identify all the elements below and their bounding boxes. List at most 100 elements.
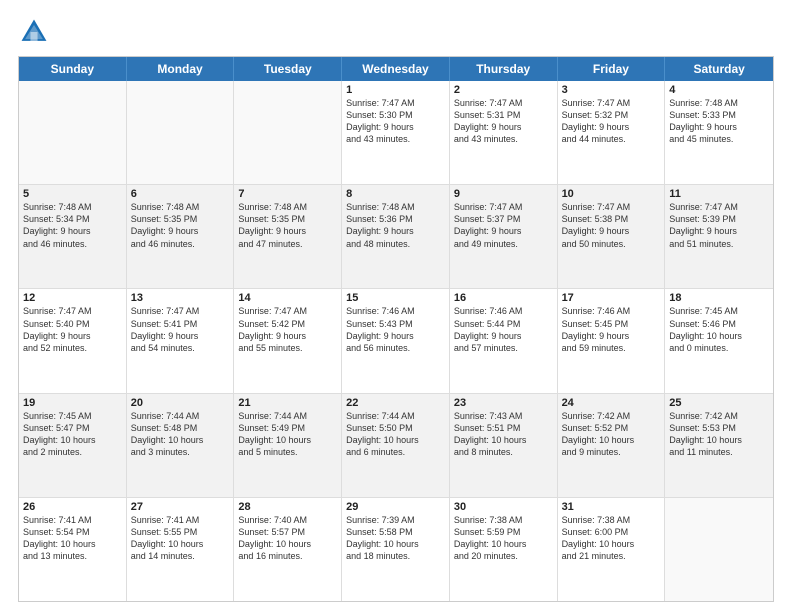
day-number-7: 7	[238, 188, 337, 200]
cell-info-1-4: Sunrise: 7:47 AM Sunset: 5:37 PM Dayligh…	[454, 201, 553, 250]
cell-info-0-3: Sunrise: 7:47 AM Sunset: 5:30 PM Dayligh…	[346, 97, 445, 146]
cell-info-2-6: Sunrise: 7:45 AM Sunset: 5:46 PM Dayligh…	[669, 305, 769, 354]
calendar-cell-4-0: 26Sunrise: 7:41 AM Sunset: 5:54 PM Dayli…	[19, 498, 127, 601]
day-number-24: 24	[562, 397, 661, 409]
day-number-15: 15	[346, 292, 445, 304]
cell-info-1-3: Sunrise: 7:48 AM Sunset: 5:36 PM Dayligh…	[346, 201, 445, 250]
calendar-cell-1-2: 7Sunrise: 7:48 AM Sunset: 5:35 PM Daylig…	[234, 185, 342, 288]
cell-info-4-3: Sunrise: 7:39 AM Sunset: 5:58 PM Dayligh…	[346, 514, 445, 563]
calendar-cell-3-2: 21Sunrise: 7:44 AM Sunset: 5:49 PM Dayli…	[234, 394, 342, 497]
day-number-5: 5	[23, 188, 122, 200]
header-tuesday: Tuesday	[234, 57, 342, 81]
day-number-6: 6	[131, 188, 230, 200]
cell-info-2-2: Sunrise: 7:47 AM Sunset: 5:42 PM Dayligh…	[238, 305, 337, 354]
day-number-2: 2	[454, 84, 553, 96]
day-number-19: 19	[23, 397, 122, 409]
day-number-10: 10	[562, 188, 661, 200]
day-number-31: 31	[562, 501, 661, 513]
cell-info-4-4: Sunrise: 7:38 AM Sunset: 5:59 PM Dayligh…	[454, 514, 553, 563]
cell-info-3-5: Sunrise: 7:42 AM Sunset: 5:52 PM Dayligh…	[562, 410, 661, 459]
header	[18, 16, 774, 48]
calendar-cell-4-5: 31Sunrise: 7:38 AM Sunset: 6:00 PM Dayli…	[558, 498, 666, 601]
logo	[18, 16, 54, 48]
calendar-cell-3-6: 25Sunrise: 7:42 AM Sunset: 5:53 PM Dayli…	[665, 394, 773, 497]
calendar: Sunday Monday Tuesday Wednesday Thursday…	[18, 56, 774, 602]
day-number-14: 14	[238, 292, 337, 304]
cell-info-2-1: Sunrise: 7:47 AM Sunset: 5:41 PM Dayligh…	[131, 305, 230, 354]
calendar-cell-2-1: 13Sunrise: 7:47 AM Sunset: 5:41 PM Dayli…	[127, 289, 235, 392]
day-number-27: 27	[131, 501, 230, 513]
calendar-cell-2-2: 14Sunrise: 7:47 AM Sunset: 5:42 PM Dayli…	[234, 289, 342, 392]
day-number-12: 12	[23, 292, 122, 304]
calendar-cell-0-0	[19, 81, 127, 184]
cell-info-4-2: Sunrise: 7:40 AM Sunset: 5:57 PM Dayligh…	[238, 514, 337, 563]
day-number-29: 29	[346, 501, 445, 513]
calendar-cell-3-1: 20Sunrise: 7:44 AM Sunset: 5:48 PM Dayli…	[127, 394, 235, 497]
header-sunday: Sunday	[19, 57, 127, 81]
day-number-30: 30	[454, 501, 553, 513]
cell-info-0-5: Sunrise: 7:47 AM Sunset: 5:32 PM Dayligh…	[562, 97, 661, 146]
calendar-cell-3-4: 23Sunrise: 7:43 AM Sunset: 5:51 PM Dayli…	[450, 394, 558, 497]
calendar-cell-1-1: 6Sunrise: 7:48 AM Sunset: 5:35 PM Daylig…	[127, 185, 235, 288]
cell-info-1-5: Sunrise: 7:47 AM Sunset: 5:38 PM Dayligh…	[562, 201, 661, 250]
calendar-cell-2-3: 15Sunrise: 7:46 AM Sunset: 5:43 PM Dayli…	[342, 289, 450, 392]
calendar-body: 1Sunrise: 7:47 AM Sunset: 5:30 PM Daylig…	[19, 81, 773, 601]
cell-info-3-1: Sunrise: 7:44 AM Sunset: 5:48 PM Dayligh…	[131, 410, 230, 459]
cell-info-2-0: Sunrise: 7:47 AM Sunset: 5:40 PM Dayligh…	[23, 305, 122, 354]
cell-info-4-1: Sunrise: 7:41 AM Sunset: 5:55 PM Dayligh…	[131, 514, 230, 563]
calendar-row-0: 1Sunrise: 7:47 AM Sunset: 5:30 PM Daylig…	[19, 81, 773, 184]
cell-info-1-0: Sunrise: 7:48 AM Sunset: 5:34 PM Dayligh…	[23, 201, 122, 250]
calendar-row-4: 26Sunrise: 7:41 AM Sunset: 5:54 PM Dayli…	[19, 497, 773, 601]
cell-info-2-4: Sunrise: 7:46 AM Sunset: 5:44 PM Dayligh…	[454, 305, 553, 354]
calendar-cell-3-0: 19Sunrise: 7:45 AM Sunset: 5:47 PM Dayli…	[19, 394, 127, 497]
calendar-cell-1-5: 10Sunrise: 7:47 AM Sunset: 5:38 PM Dayli…	[558, 185, 666, 288]
cell-info-1-2: Sunrise: 7:48 AM Sunset: 5:35 PM Dayligh…	[238, 201, 337, 250]
calendar-cell-0-4: 2Sunrise: 7:47 AM Sunset: 5:31 PM Daylig…	[450, 81, 558, 184]
page: Sunday Monday Tuesday Wednesday Thursday…	[0, 0, 792, 612]
day-number-28: 28	[238, 501, 337, 513]
day-number-11: 11	[669, 188, 769, 200]
cell-info-0-6: Sunrise: 7:48 AM Sunset: 5:33 PM Dayligh…	[669, 97, 769, 146]
cell-info-2-5: Sunrise: 7:46 AM Sunset: 5:45 PM Dayligh…	[562, 305, 661, 354]
day-number-22: 22	[346, 397, 445, 409]
calendar-cell-2-6: 18Sunrise: 7:45 AM Sunset: 5:46 PM Dayli…	[665, 289, 773, 392]
day-number-1: 1	[346, 84, 445, 96]
calendar-cell-0-3: 1Sunrise: 7:47 AM Sunset: 5:30 PM Daylig…	[342, 81, 450, 184]
calendar-cell-0-2	[234, 81, 342, 184]
calendar-cell-2-4: 16Sunrise: 7:46 AM Sunset: 5:44 PM Dayli…	[450, 289, 558, 392]
day-number-17: 17	[562, 292, 661, 304]
day-number-18: 18	[669, 292, 769, 304]
cell-info-0-4: Sunrise: 7:47 AM Sunset: 5:31 PM Dayligh…	[454, 97, 553, 146]
cell-info-2-3: Sunrise: 7:46 AM Sunset: 5:43 PM Dayligh…	[346, 305, 445, 354]
header-wednesday: Wednesday	[342, 57, 450, 81]
day-number-20: 20	[131, 397, 230, 409]
calendar-cell-2-0: 12Sunrise: 7:47 AM Sunset: 5:40 PM Dayli…	[19, 289, 127, 392]
calendar-cell-3-5: 24Sunrise: 7:42 AM Sunset: 5:52 PM Dayli…	[558, 394, 666, 497]
day-number-13: 13	[131, 292, 230, 304]
day-number-25: 25	[669, 397, 769, 409]
calendar-cell-0-6: 4Sunrise: 7:48 AM Sunset: 5:33 PM Daylig…	[665, 81, 773, 184]
calendar-cell-1-4: 9Sunrise: 7:47 AM Sunset: 5:37 PM Daylig…	[450, 185, 558, 288]
day-number-21: 21	[238, 397, 337, 409]
calendar-cell-1-6: 11Sunrise: 7:47 AM Sunset: 5:39 PM Dayli…	[665, 185, 773, 288]
day-number-16: 16	[454, 292, 553, 304]
calendar-cell-4-4: 30Sunrise: 7:38 AM Sunset: 5:59 PM Dayli…	[450, 498, 558, 601]
calendar-cell-3-3: 22Sunrise: 7:44 AM Sunset: 5:50 PM Dayli…	[342, 394, 450, 497]
calendar-cell-0-5: 3Sunrise: 7:47 AM Sunset: 5:32 PM Daylig…	[558, 81, 666, 184]
cell-info-3-0: Sunrise: 7:45 AM Sunset: 5:47 PM Dayligh…	[23, 410, 122, 459]
day-number-4: 4	[669, 84, 769, 96]
day-number-26: 26	[23, 501, 122, 513]
calendar-cell-2-5: 17Sunrise: 7:46 AM Sunset: 5:45 PM Dayli…	[558, 289, 666, 392]
cell-info-1-6: Sunrise: 7:47 AM Sunset: 5:39 PM Dayligh…	[669, 201, 769, 250]
header-thursday: Thursday	[450, 57, 558, 81]
logo-icon	[18, 16, 50, 48]
cell-info-4-0: Sunrise: 7:41 AM Sunset: 5:54 PM Dayligh…	[23, 514, 122, 563]
calendar-row-1: 5Sunrise: 7:48 AM Sunset: 5:34 PM Daylig…	[19, 184, 773, 288]
cell-info-3-6: Sunrise: 7:42 AM Sunset: 5:53 PM Dayligh…	[669, 410, 769, 459]
calendar-cell-4-6	[665, 498, 773, 601]
calendar-header: Sunday Monday Tuesday Wednesday Thursday…	[19, 57, 773, 81]
calendar-cell-4-3: 29Sunrise: 7:39 AM Sunset: 5:58 PM Dayli…	[342, 498, 450, 601]
calendar-row-3: 19Sunrise: 7:45 AM Sunset: 5:47 PM Dayli…	[19, 393, 773, 497]
day-number-8: 8	[346, 188, 445, 200]
cell-info-1-1: Sunrise: 7:48 AM Sunset: 5:35 PM Dayligh…	[131, 201, 230, 250]
